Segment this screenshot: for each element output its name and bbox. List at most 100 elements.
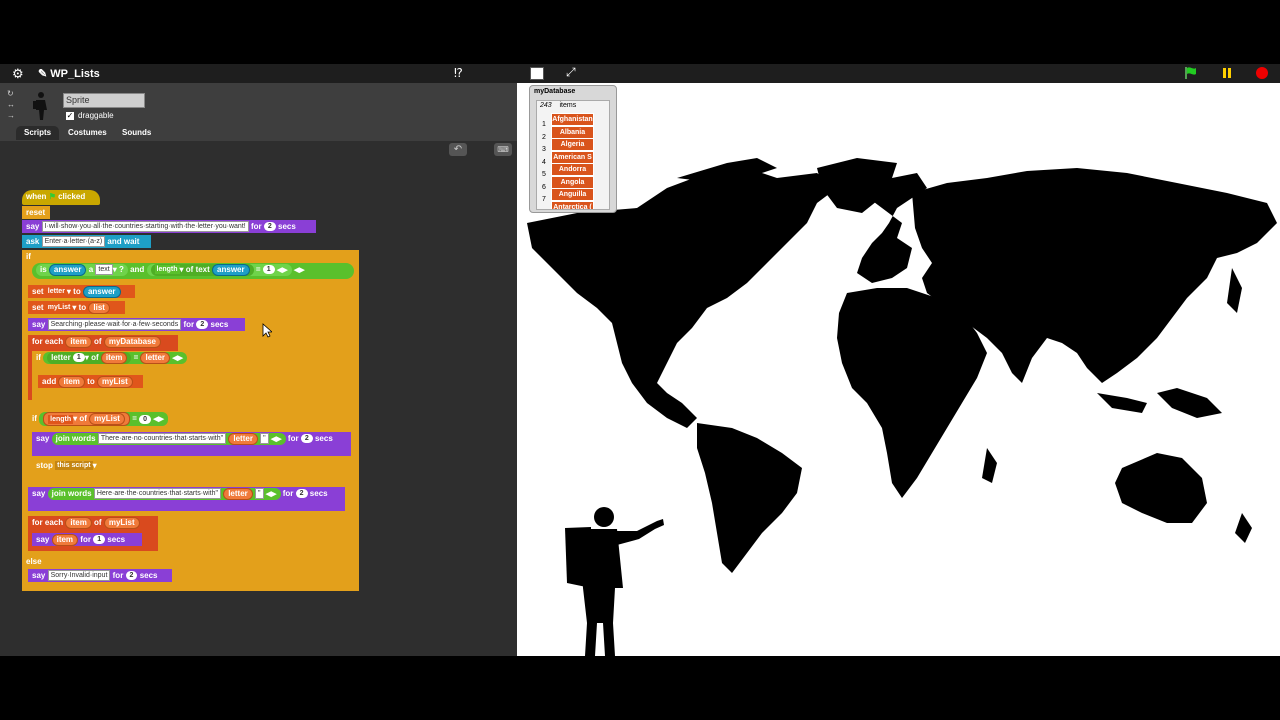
list-item-value[interactable]: American S — [551, 150, 594, 164]
letter-of-item[interactable]: letter 1 ▾ of item — [47, 351, 132, 364]
say-here-countries-block[interactable]: say join words Here·are·the·countries·th… — [28, 487, 345, 511]
type-dropdown[interactable]: text — [95, 264, 113, 276]
join-words-reporter-2[interactable]: join words Here·are·the·countries·that·s… — [47, 487, 281, 500]
ask-block[interactable]: ask Enter·a·letter·(a-z) and wait — [22, 235, 151, 248]
here-countries-input[interactable]: Here·are·the·countries·that·starts·with" — [93, 488, 221, 500]
stop-icon[interactable] — [1256, 67, 1268, 79]
keyboard-icon[interactable]: ⌨ — [494, 143, 512, 156]
item-reporter-4[interactable]: item — [65, 516, 92, 529]
length-of-text[interactable]: length ▾ of text answer — [150, 263, 254, 276]
list-item[interactable]: 4American S — [537, 150, 609, 166]
zero-value[interactable]: 0 — [139, 414, 152, 424]
join-words-reporter[interactable]: join words There·are·no·countries·that·s… — [51, 432, 286, 445]
list-item-value[interactable]: Algeria — [551, 138, 594, 151]
tab-costumes[interactable]: Costumes — [60, 126, 115, 140]
fullscreen-icon[interactable]: ⤢ — [566, 65, 576, 80]
variadic-arrows-icon[interactable]: ◀▶ — [172, 355, 183, 362]
mydatabase-reporter[interactable]: myDatabase — [103, 335, 161, 348]
say-searching-secs[interactable]: 2 — [196, 320, 209, 330]
say-searching-block[interactable]: say Searching·please·wait·for·a·few·seco… — [28, 318, 245, 331]
variadic-arrows-icon[interactable]: ◀▶ — [271, 436, 282, 443]
when-flag-clicked-hat[interactable]: when ⚑ clicked — [22, 190, 100, 205]
say-item-block[interactable]: say item for 1 secs — [32, 533, 142, 546]
stop-dropdown[interactable]: this script — [55, 461, 93, 471]
answer-reporter[interactable]: answer — [48, 263, 87, 276]
answer-reporter-3[interactable]: answer — [82, 285, 121, 298]
stage[interactable]: myDatabase 243 items 1Afghanistan 2Alban… — [517, 83, 1280, 656]
footsteps-icon[interactable]: ⁉ — [454, 66, 463, 80]
say-intro-block[interactable]: say I·will·show·you·all·the·countries·st… — [22, 220, 316, 233]
item-reporter-5[interactable]: item — [51, 533, 79, 546]
gear-icon[interactable]: ⚙ — [12, 66, 24, 82]
and-condition[interactable]: is answer a text ▾ ? and length ▾ of text … — [32, 263, 354, 279]
mylist-var-dropdown[interactable]: myList — [45, 303, 73, 313]
list-item[interactable]: 2Albania — [537, 125, 609, 141]
draggable-toggle[interactable]: ✓ draggable — [66, 111, 114, 120]
equals-value[interactable]: 1 — [262, 265, 275, 275]
list-item-value[interactable]: Albania — [551, 125, 594, 139]
answer-reporter-2[interactable]: answer — [212, 263, 250, 276]
set-mylist-block[interactable]: set myList ▾ to list — [28, 301, 125, 314]
item-reporter[interactable]: item — [65, 335, 92, 348]
scripting-area[interactable]: ↶ ⌨ when ⚑ clicked reset say I·will·show… — [0, 141, 517, 656]
quote-input-2[interactable]: " — [255, 488, 264, 500]
list-item[interactable]: 6Angola — [537, 175, 609, 191]
stage-size-icon[interactable] — [530, 67, 544, 80]
item-reporter-3[interactable]: item — [58, 375, 85, 388]
green-flag-icon[interactable] — [1184, 66, 1198, 80]
is-type-predicate[interactable]: is answer a text ▾ ? — [36, 263, 128, 276]
list-reporter[interactable]: list — [88, 301, 110, 314]
mylist-reporter-3[interactable]: myList — [103, 516, 140, 529]
sprite-name-field[interactable]: Sprite — [63, 93, 145, 108]
sprite-thumbnail[interactable] — [30, 91, 50, 121]
list-item[interactable]: 5Andorra — [537, 163, 609, 178]
undo-icon[interactable]: ↶ — [449, 143, 467, 156]
rotation-style-buttons[interactable]: ↻ ↔ → — [7, 88, 15, 121]
list-item[interactable]: 7Anguilla — [537, 188, 609, 203]
list-item-value[interactable]: Andorra — [551, 163, 594, 176]
length-dropdown-2[interactable]: length — [48, 414, 74, 424]
here-countries-secs[interactable]: 2 — [295, 489, 308, 499]
letter-var-dropdown[interactable]: letter — [45, 287, 67, 297]
letter-index[interactable]: 1 — [72, 353, 85, 363]
mylist-reporter-2[interactable]: myList — [89, 413, 125, 425]
say-intro-secs[interactable]: 2 — [263, 222, 276, 232]
pause-icon[interactable] — [1221, 67, 1233, 79]
mylist-reporter[interactable]: myList — [96, 375, 133, 388]
letter-reporter[interactable]: letter — [140, 351, 171, 364]
equals-predicate[interactable]: length ▾ of text answer = 1 ◀▶ — [146, 263, 292, 276]
letter-equals-predicate[interactable]: letter 1 ▾ of item = letter ◀▶ — [43, 351, 188, 364]
ask-input[interactable]: Enter·a·letter·(a-z) — [41, 236, 106, 248]
list-item[interactable]: 3Algeria — [537, 138, 609, 153]
stop-block[interactable]: stop this script ▾ — [32, 459, 104, 472]
variadic-arrows-icon[interactable]: ◀▶ — [277, 267, 288, 274]
no-countries-input[interactable]: There·are·no·countries·that·starts·with" — [97, 433, 227, 445]
say-no-countries-block[interactable]: say join words There·are·no·countries·th… — [32, 432, 351, 456]
list-item-value[interactable]: Angola — [551, 175, 594, 189]
variadic-arrows-icon[interactable]: ◀▶ — [153, 416, 164, 423]
letter-reporter-2[interactable]: letter — [228, 432, 258, 445]
length-of-list[interactable]: length ▾ of myList — [43, 412, 130, 426]
mydatabase-list-watcher[interactable]: myDatabase 243 items 1Afghanistan 2Alban… — [529, 85, 617, 213]
say-searching-input[interactable]: Searching·please·wait·for·a·few·seconds — [47, 319, 182, 331]
list-item-value[interactable]: Anguilla — [551, 188, 594, 201]
tab-scripts[interactable]: Scripts — [16, 126, 60, 140]
list-item[interactable]: 8Antarctica ( — [537, 200, 609, 209]
quote-input[interactable]: " — [260, 433, 269, 445]
say-invalid-secs[interactable]: 2 — [125, 571, 138, 581]
item-reporter-2[interactable]: item — [100, 351, 128, 364]
draggable-checkbox[interactable]: ✓ — [66, 112, 74, 120]
length-dropdown[interactable]: length — [154, 265, 180, 275]
length-equals-predicate[interactable]: length ▾ of myList = 0 ◀▶ — [39, 412, 169, 426]
variadic-arrows-icon[interactable]: ◀▶ — [294, 267, 305, 274]
list-item-value[interactable]: Antarctica ( — [551, 200, 594, 209]
watcher-list[interactable]: 243 items 1Afghanistan 2Albania 3Algeria… — [536, 100, 610, 210]
say-invalid-block[interactable]: say Sorry·Invalid·input for 2 secs — [28, 569, 172, 582]
say-invalid-input[interactable]: Sorry·Invalid·input — [47, 570, 111, 582]
say-intro-input[interactable]: I·will·show·you·all·the·countries·starti… — [41, 221, 249, 233]
letter-reporter-3[interactable]: letter — [223, 487, 253, 500]
no-countries-secs[interactable]: 2 — [300, 434, 313, 444]
list-item[interactable]: 1Afghanistan — [537, 113, 609, 128]
set-letter-block[interactable]: set letter ▾ to answer — [28, 285, 135, 298]
say-item-secs[interactable]: 1 — [93, 535, 106, 545]
